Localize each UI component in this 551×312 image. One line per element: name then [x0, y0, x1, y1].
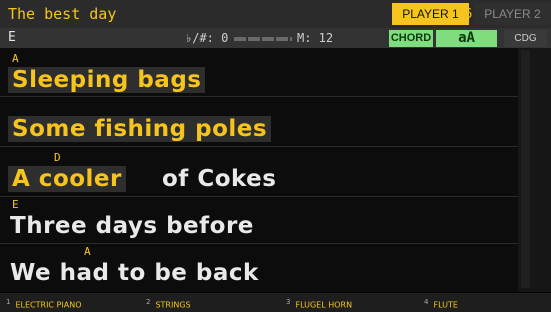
- track-slot-4[interactable]: 4 FLUTE: [424, 295, 458, 310]
- line-divider: [0, 96, 518, 97]
- line-divider: [0, 196, 518, 197]
- track-slot-3[interactable]: 3 FLUGEL HORN: [286, 295, 352, 310]
- cdg-button[interactable]: CDG: [504, 30, 547, 47]
- lyric-line-1-segment-1: Sleeping bags: [8, 67, 206, 93]
- measure-counter: M: 12: [297, 31, 334, 45]
- track-name: STRINGS: [155, 300, 191, 310]
- track-number: 4: [424, 298, 429, 306]
- lyric-line-4-segment-1: Three days before: [10, 213, 254, 239]
- track-name: FLUGEL HORN: [295, 300, 353, 310]
- track-slot-1[interactable]: 1 ELECTRIC PIANO: [6, 295, 82, 310]
- line-divider: [0, 243, 518, 244]
- measure-bar-indicator: [234, 37, 292, 41]
- player1-tab[interactable]: PLAYER 1: [392, 3, 469, 25]
- chord-label: D: [54, 151, 61, 164]
- track-number: 3: [286, 298, 291, 306]
- chord-label: E: [12, 198, 19, 211]
- track-number: 1: [6, 298, 11, 306]
- line-divider: [0, 146, 518, 147]
- track-number: 2: [146, 298, 151, 306]
- lyric-line-2-segment-1: Some fishing poles: [8, 116, 272, 142]
- chord-toggle-button[interactable]: CHORD: [389, 30, 433, 47]
- text-size-button[interactable]: aA: [436, 30, 497, 47]
- transpose-indicator: ♭/#: 0: [185, 31, 229, 45]
- chord-label: A: [12, 52, 19, 65]
- lyric-line-3-segment-1: A cooler: [8, 166, 126, 192]
- chord-label: A: [84, 245, 91, 258]
- track-bar: 1 ELECTRIC PIANO 2 STRINGS 3 FLUGEL HORN 4F…: [0, 293, 551, 312]
- scrollbar-thumb[interactable]: [521, 50, 530, 288]
- track-name: ELECTRIC PIANO: [15, 300, 82, 310]
- lyric-line-3-segment-2: of Cokes: [162, 166, 277, 192]
- lyric-line-5-segment-1: We had to be back: [10, 260, 259, 286]
- song-title: The best day: [8, 5, 117, 23]
- key-indicator: E: [8, 30, 16, 45]
- player2-tab[interactable]: PLAYER 2: [474, 3, 551, 25]
- track-name: FLUTE: [433, 300, 458, 310]
- track-slot-2[interactable]: 2 STRINGS: [146, 295, 191, 310]
